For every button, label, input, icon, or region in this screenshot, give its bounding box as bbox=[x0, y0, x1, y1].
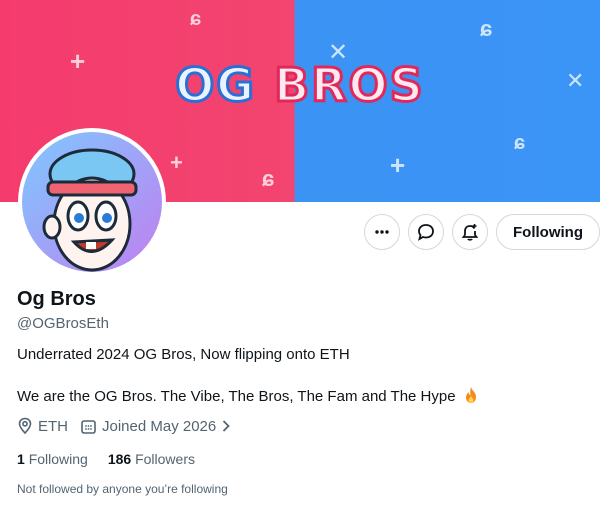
fire-icon bbox=[465, 387, 476, 403]
swirl-decoration-icon: ɕ bbox=[190, 8, 202, 30]
avatar-illustration bbox=[22, 132, 162, 272]
notify-button[interactable] bbox=[452, 214, 489, 250]
profile-handle: @OGBrosEth bbox=[17, 315, 109, 332]
bio-line-2-text: We are the OG Bros. The Vibe, The Bros, … bbox=[17, 388, 456, 405]
message-button[interactable] bbox=[408, 214, 445, 250]
more-button[interactable] bbox=[364, 214, 401, 250]
swirl-decoration-icon: ɕ bbox=[262, 166, 275, 191]
avatar[interactable] bbox=[18, 128, 166, 276]
bio-line-2: We are the OG Bros. The Vibe, The Bros, … bbox=[17, 386, 479, 405]
location: ETH bbox=[17, 417, 68, 435]
following-count: 1 bbox=[17, 451, 25, 467]
followers-label: Followers bbox=[135, 451, 195, 467]
following-label: Following bbox=[28, 451, 88, 467]
joined-text: Joined May 2026 bbox=[102, 417, 217, 435]
calendar-icon bbox=[81, 419, 96, 434]
followers-count-link[interactable]: 186 Followers bbox=[108, 451, 195, 467]
followers-count: 186 bbox=[107, 451, 132, 467]
plus-decoration-icon: + bbox=[390, 150, 406, 180]
more-icon bbox=[375, 230, 389, 234]
following-count-link[interactable]: 1 Following bbox=[17, 451, 88, 467]
plus-decoration-icon: + bbox=[170, 150, 183, 175]
following-button[interactable]: Following bbox=[496, 214, 600, 250]
swirl-decoration-icon: ɕ bbox=[514, 132, 526, 154]
chevron-right-icon bbox=[223, 420, 231, 432]
profile-name: Og Bros bbox=[17, 288, 96, 310]
notification-bell-icon bbox=[461, 224, 479, 241]
joined-date[interactable]: Joined May 2026 bbox=[80, 418, 231, 435]
message-icon bbox=[418, 224, 434, 241]
location-text: ETH bbox=[38, 417, 68, 435]
followed-by-note: Not followed by anyone you’re following bbox=[17, 482, 228, 496]
follow-counts: 1 Following 186 Followers bbox=[17, 451, 195, 467]
swirl-decoration-icon: ɕ bbox=[480, 16, 493, 41]
location-pin-icon bbox=[18, 417, 32, 435]
profile-actions: Following bbox=[364, 214, 600, 250]
banner-logo: OG BROS bbox=[174, 57, 425, 114]
bio-line-1: Underrated 2024 OG Bros, Now flipping on… bbox=[17, 346, 350, 363]
profile-meta: ETH Joined May 2026 bbox=[17, 417, 243, 435]
